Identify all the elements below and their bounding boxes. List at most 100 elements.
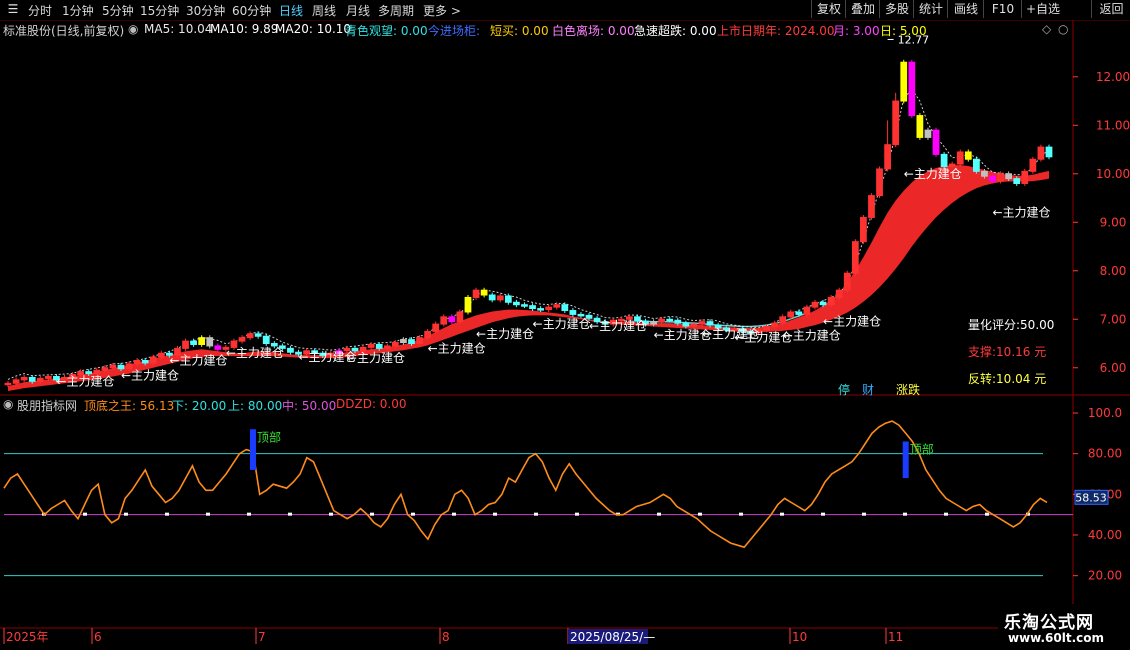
- ma-band: [8, 165, 1049, 391]
- candle-body-92: [747, 330, 754, 334]
- ind-tick-label-1: 80.00: [1088, 447, 1122, 461]
- candle-body-28: [230, 340, 238, 348]
- candle-body-107: [868, 195, 875, 218]
- candle-body-45: [367, 343, 375, 348]
- candle-body-126: [1021, 170, 1029, 184]
- period-tab-7[interactable]: 周线: [312, 2, 336, 19]
- mid-dot-21: [903, 512, 907, 516]
- signal-label-16: ←主力建仓: [993, 206, 1051, 220]
- candle-body-35: [287, 347, 294, 353]
- price-tick-label-6: 6.00: [1100, 361, 1127, 375]
- period-tab-4[interactable]: 30分钟: [186, 2, 225, 19]
- period-tab-9[interactable]: 多周期: [378, 2, 414, 19]
- signal-label-2: ←主力建仓: [169, 353, 227, 367]
- signal-label-5: ←主力建仓: [347, 351, 405, 365]
- candle-body-56: [456, 311, 464, 323]
- period-tab-5[interactable]: 60分钟: [232, 2, 271, 19]
- mid-dot-7: [329, 512, 333, 516]
- mid-dot-18: [780, 512, 784, 516]
- settings-icon[interactable]: ◉: [128, 22, 138, 36]
- mid-dot-12: [534, 512, 538, 516]
- info-bar: 标准股份(日线,前复权) ◉ MA5: 10.04 MA10: 9.89 MA2…: [0, 20, 1130, 38]
- candle-body-38: [311, 350, 319, 354]
- toolbar-button-0[interactable]: 复权: [811, 0, 846, 18]
- toolbar-button-2[interactable]: 多股: [879, 0, 914, 18]
- collapse-icon[interactable]: ◉: [3, 397, 13, 411]
- candle-body-127: [1029, 158, 1037, 172]
- candle-body-17: [141, 359, 149, 364]
- candle-body-110: [892, 100, 900, 146]
- candle-body-114: [924, 129, 932, 138]
- ind-tick-label-4: 20.00: [1088, 569, 1122, 583]
- period-tab-10[interactable]: 更多 >: [423, 2, 461, 19]
- mid-dot-1: [83, 512, 87, 516]
- period-toolbar: 分时 1分钟 5分钟 15分钟 30分钟 60分钟 日线 周线 月线 多周期 更多 > 复权 叠加 多股统…: [0, 0, 1130, 21]
- candle-body-87: [706, 321, 714, 326]
- candle-body-1: [12, 379, 20, 384]
- mid-dot-23: [985, 512, 989, 516]
- period-tab-2[interactable]: 5分钟: [102, 2, 134, 19]
- ma-dashed-line: [7, 88, 1050, 380]
- stock-title[interactable]: 标准股份(日线,前复权): [3, 22, 124, 39]
- price-tick-label-5: 7.00: [1100, 312, 1127, 326]
- period-tab-0[interactable]: 分时: [28, 2, 52, 19]
- candle-body-14: [117, 364, 125, 370]
- candle-body-74: [601, 321, 609, 325]
- toolbar-button-3[interactable]: 统计: [913, 0, 948, 18]
- candle-body-39: [319, 352, 327, 357]
- mid-dot-15: [657, 512, 661, 516]
- toolbar-button-1[interactable]: 叠加: [845, 0, 880, 18]
- period-tab-1[interactable]: 1分钟: [62, 2, 94, 19]
- mid-dot-3: [165, 512, 169, 516]
- candle-body-66: [537, 308, 544, 311]
- toolbar-button-4[interactable]: 画线: [947, 0, 984, 18]
- candle-body-104: [843, 272, 851, 291]
- menu-icon[interactable]: ☰: [4, 0, 22, 18]
- date-label-2: 7: [258, 630, 266, 644]
- candle-body-51: [416, 337, 423, 345]
- candle-body-54: [440, 316, 448, 325]
- candle-body-83: [674, 319, 682, 324]
- ma-cyan-line: [637, 312, 808, 328]
- candle-body-73: [593, 317, 601, 323]
- candle-body-82: [666, 318, 674, 322]
- candle-body-12: [101, 367, 109, 371]
- candle-body-94: [763, 326, 770, 331]
- current-value-box: [1074, 489, 1109, 505]
- candle-body-41: [335, 350, 343, 354]
- period-tab-6[interactable]: 日线: [279, 2, 303, 19]
- period-tab-8[interactable]: 月线: [346, 2, 370, 19]
- top-marker-1: [902, 441, 909, 479]
- mid-dot-20: [862, 512, 866, 516]
- mid-dot-9: [411, 512, 415, 516]
- badge-ting[interactable]: 停: [838, 381, 850, 398]
- score-label: 量化评分:50.00: [968, 318, 1055, 332]
- candle-body-68: [553, 304, 561, 308]
- badge-zhangdie[interactable]: 涨跌: [896, 381, 920, 398]
- candle-body-128: [1037, 146, 1045, 160]
- circle-icon[interactable]: ○: [1058, 22, 1068, 36]
- top-label-0: 顶部: [257, 429, 281, 444]
- candle-body-44: [359, 346, 367, 352]
- signal-label-4: ←主力建仓: [299, 350, 357, 364]
- mid-dot-11: [493, 512, 497, 516]
- badge-cai[interactable]: 财: [862, 381, 874, 398]
- signal-label-10: ←主力建仓: [654, 328, 712, 342]
- toolbar-button-5[interactable]: F10: [983, 0, 1022, 18]
- candle-body-27: [222, 346, 230, 350]
- jisu-label: 急速超跌: 0.00: [634, 24, 717, 38]
- price-tick-label-0: 12.00: [1096, 70, 1130, 84]
- candle-body-72: [585, 314, 593, 319]
- indicator-main: 顶底之王: 56.13: [84, 399, 175, 413]
- indicator-name[interactable]: 股朋指标网: [17, 397, 77, 414]
- toolbar-button-6[interactable]: +自选: [1021, 0, 1064, 18]
- candle-body-20: [166, 352, 173, 356]
- ma5-label: MA5: 10.04: [144, 22, 213, 36]
- period-tab-3[interactable]: 15分钟: [140, 2, 179, 19]
- toolbar-button-7[interactable]: 返回: [1091, 0, 1130, 18]
- candle-body-19: [157, 352, 165, 358]
- candle-body-5: [44, 375, 52, 379]
- diamond-icon[interactable]: ◇: [1042, 22, 1051, 36]
- candle-body-77: [625, 316, 633, 320]
- candle-body-111: [900, 61, 908, 102]
